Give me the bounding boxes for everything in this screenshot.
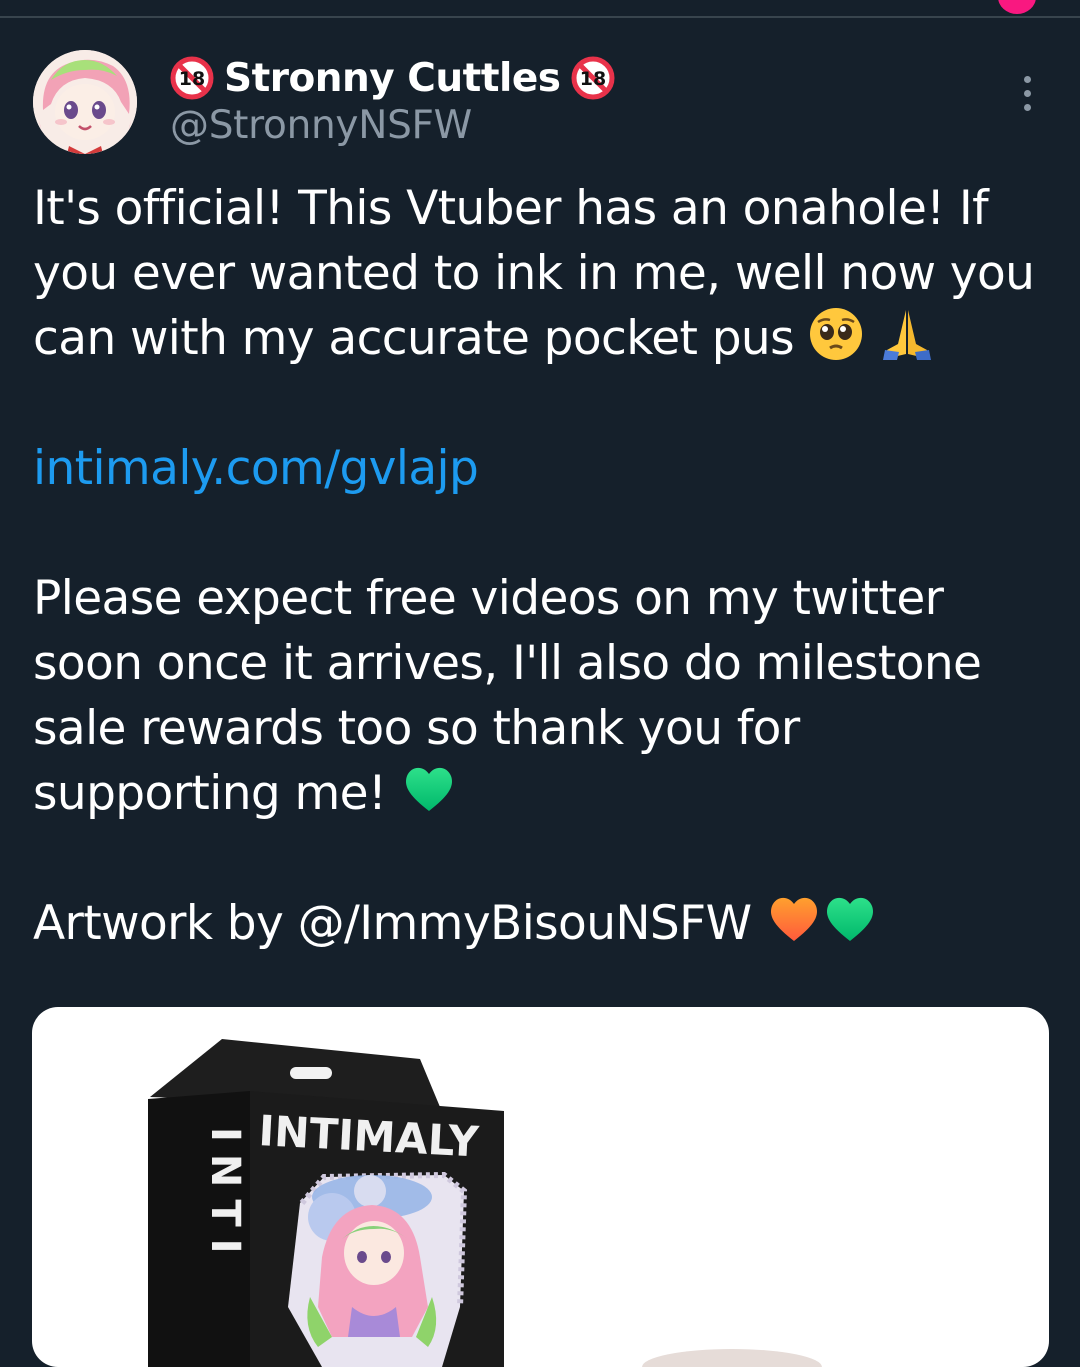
- tweet-link[interactable]: intimaly.com/gvlajp: [33, 441, 479, 496]
- media-card[interactable]: INTIMALY INTI: [32, 1007, 1049, 1367]
- tweet-line: Artwork by @/ImmyBisouNSFW: [33, 896, 752, 951]
- pleading-face-emoji: [810, 308, 863, 360]
- tweet-text: It's official! This Vtuber has an onahol…: [33, 176, 1043, 956]
- tweet-paragraph: Artwork by @/ImmyBisouNSFW: [33, 891, 1043, 956]
- orange-heart-emoji: [770, 897, 817, 941]
- author-name-row[interactable]: 18 Stronny Cuttles 18: [170, 50, 615, 106]
- no-under-18-icon: 18: [571, 56, 614, 100]
- badge-text: 18: [579, 68, 605, 90]
- folded-hands-emoji: [882, 310, 931, 360]
- avatar[interactable]: [33, 50, 137, 154]
- more-dot: [1023, 103, 1031, 111]
- badge-text: 18: [179, 68, 205, 90]
- avatar-image: [33, 50, 137, 154]
- more-dot: [1023, 75, 1031, 83]
- box-side-text: INTI: [202, 1127, 248, 1266]
- green-heart-emoji: [405, 767, 452, 811]
- tweet-paragraph: intimaly.com/gvlajp: [33, 436, 1043, 501]
- tweet-paragraph: Please expect free videos on my twitter …: [33, 566, 1043, 826]
- notification-badge[interactable]: [998, 0, 1036, 14]
- tweet-paragraph: It's official! This Vtuber has an onahol…: [33, 176, 1043, 371]
- no-under-18-icon: 18: [170, 56, 214, 100]
- author-display-name[interactable]: Stronny Cuttles: [224, 56, 561, 101]
- product-image: INTIMALY INTI: [148, 1039, 822, 1367]
- more-options-icon[interactable]: [1008, 72, 1046, 114]
- top-divider: [0, 16, 1080, 18]
- tweet-line: Please expect free videos on my twitter …: [33, 571, 982, 821]
- more-dot: [1023, 89, 1031, 97]
- author-handle[interactable]: @StronnyNSFW: [170, 103, 472, 148]
- green-heart-emoji: [826, 897, 873, 941]
